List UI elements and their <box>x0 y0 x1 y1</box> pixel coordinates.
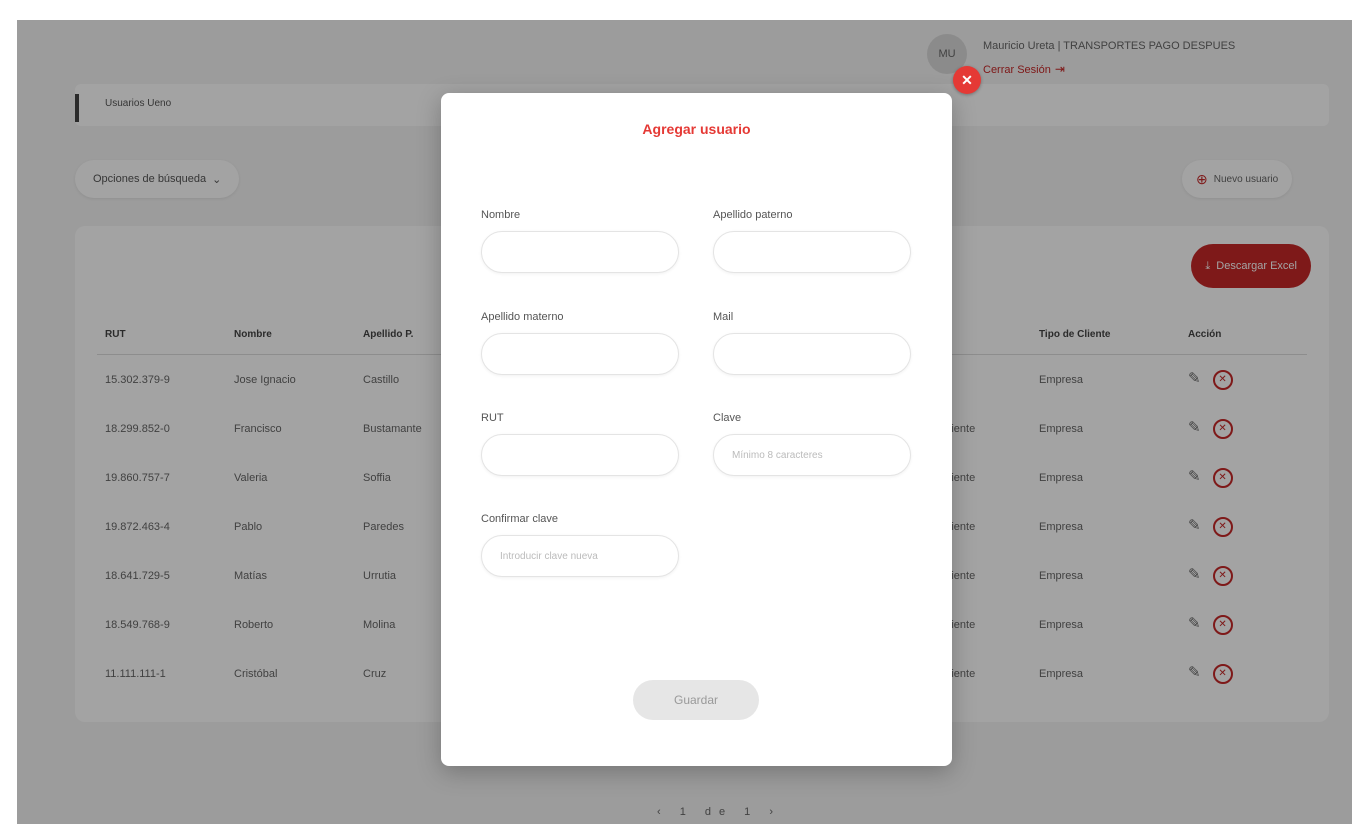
rut-label: RUT <box>481 412 504 424</box>
modal-title: Agregar usuario <box>642 121 751 137</box>
field-clave: Clave <box>713 412 911 476</box>
apellido-materno-label: Apellido materno <box>481 311 564 323</box>
clave-input[interactable] <box>713 434 911 476</box>
close-icon[interactable]: ✕ <box>953 66 981 94</box>
field-apellido-materno: Apellido materno <box>481 311 679 375</box>
mail-input[interactable] <box>713 333 911 375</box>
clave-label: Clave <box>713 412 742 424</box>
confirmar-clave-label: Confirmar clave <box>481 513 559 525</box>
field-nombre: Nombre <box>481 209 679 273</box>
save-button[interactable]: Guardar <box>633 680 759 720</box>
apellido-paterno-label: Apellido paterno <box>713 209 793 221</box>
apellido-materno-input[interactable] <box>481 333 679 375</box>
mail-label: Mail <box>713 311 734 323</box>
field-mail: Mail <box>713 311 911 375</box>
nombre-label: Nombre <box>481 209 521 221</box>
nombre-input[interactable] <box>481 231 679 273</box>
confirmar-clave-input[interactable] <box>481 535 679 577</box>
field-apellido-paterno: Apellido paterno <box>713 209 911 273</box>
field-rut: RUT <box>481 412 679 476</box>
rut-input[interactable] <box>481 434 679 476</box>
add-user-modal: Agregar usuario Nombre Apellido paterno … <box>441 93 952 766</box>
apellido-paterno-input[interactable] <box>713 231 911 273</box>
field-confirmar-clave: Confirmar clave <box>481 513 679 577</box>
